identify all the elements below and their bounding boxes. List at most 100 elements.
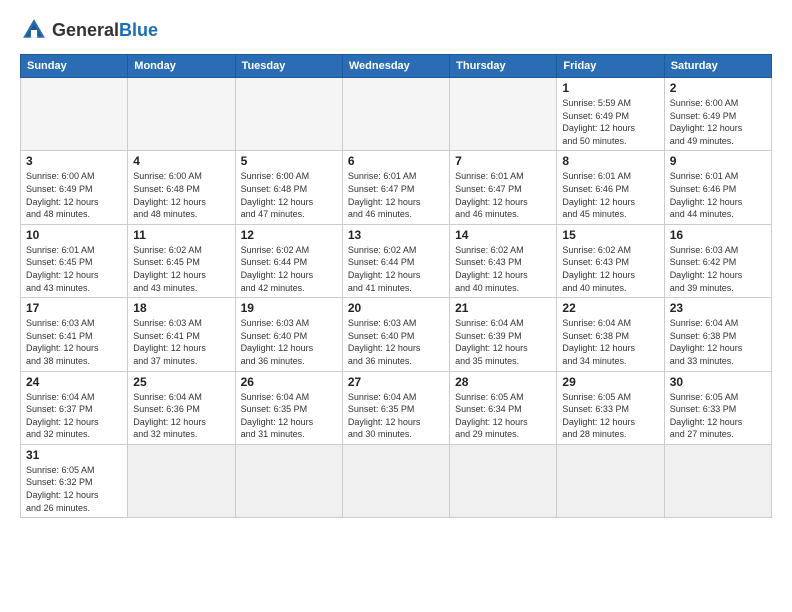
logo-icon xyxy=(20,16,48,44)
day-number: 17 xyxy=(26,301,122,315)
calendar-day-cell xyxy=(664,444,771,517)
calendar-day-cell: 17 Sunrise: 6:03 AM Sunset: 6:41 PM Dayli… xyxy=(21,298,128,371)
day-info: Sunrise: 6:03 AM Sunset: 6:41 PM Dayligh… xyxy=(26,317,122,367)
calendar-day-cell: 31 Sunrise: 6:05 AM Sunset: 6:32 PM Dayli… xyxy=(21,444,128,517)
day-number: 14 xyxy=(455,228,551,242)
calendar-day-cell: 7 Sunrise: 6:01 AM Sunset: 6:47 PM Daylig… xyxy=(450,151,557,224)
day-info: Sunrise: 6:00 AM Sunset: 6:48 PM Dayligh… xyxy=(241,170,337,220)
day-number: 18 xyxy=(133,301,229,315)
calendar-header-wednesday: Wednesday xyxy=(342,55,449,78)
calendar-day-cell: 21Sunrise: 6:04 AM Sunset: 6:39 PM Dayli… xyxy=(450,298,557,371)
calendar-header-friday: Friday xyxy=(557,55,664,78)
day-info: Sunrise: 6:02 AM Sunset: 6:45 PM Dayligh… xyxy=(133,244,229,294)
calendar-week-row: 3 Sunrise: 6:00 AM Sunset: 6:49 PM Daylig… xyxy=(21,151,772,224)
day-number: 24 xyxy=(26,375,122,389)
calendar-table: SundayMondayTuesdayWednesdayThursdayFrid… xyxy=(20,54,772,518)
day-number: 3 xyxy=(26,154,122,168)
day-number: 23 xyxy=(670,301,766,315)
day-info: Sunrise: 5:59 AM Sunset: 6:49 PM Dayligh… xyxy=(562,97,658,147)
calendar-day-cell: 10Sunrise: 6:01 AM Sunset: 6:45 PM Dayli… xyxy=(21,224,128,297)
calendar-header-monday: Monday xyxy=(128,55,235,78)
calendar-day-cell xyxy=(128,78,235,151)
day-number: 31 xyxy=(26,448,122,462)
day-info: Sunrise: 6:01 AM Sunset: 6:46 PM Dayligh… xyxy=(562,170,658,220)
calendar-day-cell: 11 Sunrise: 6:02 AM Sunset: 6:45 PM Dayli… xyxy=(128,224,235,297)
calendar-day-cell: 28Sunrise: 6:05 AM Sunset: 6:34 PM Dayli… xyxy=(450,371,557,444)
calendar-day-cell: 29 Sunrise: 6:05 AM Sunset: 6:33 PM Dayli… xyxy=(557,371,664,444)
day-number: 7 xyxy=(455,154,551,168)
day-number: 5 xyxy=(241,154,337,168)
header: GeneralBlue xyxy=(20,16,772,44)
day-info: Sunrise: 6:04 AM Sunset: 6:38 PM Dayligh… xyxy=(670,317,766,367)
day-number: 30 xyxy=(670,375,766,389)
calendar-header-saturday: Saturday xyxy=(664,55,771,78)
calendar-week-row: 31 Sunrise: 6:05 AM Sunset: 6:32 PM Dayli… xyxy=(21,444,772,517)
calendar-day-cell: 14 Sunrise: 6:02 AM Sunset: 6:43 PM Dayli… xyxy=(450,224,557,297)
day-number: 16 xyxy=(670,228,766,242)
calendar-day-cell xyxy=(450,78,557,151)
calendar-day-cell xyxy=(128,444,235,517)
calendar-day-cell: 23 Sunrise: 6:04 AM Sunset: 6:38 PM Dayli… xyxy=(664,298,771,371)
calendar-day-cell: 24 Sunrise: 6:04 AM Sunset: 6:37 PM Dayli… xyxy=(21,371,128,444)
day-number: 22 xyxy=(562,301,658,315)
calendar-day-cell: 3 Sunrise: 6:00 AM Sunset: 6:49 PM Daylig… xyxy=(21,151,128,224)
day-info: Sunrise: 6:01 AM Sunset: 6:46 PM Dayligh… xyxy=(670,170,766,220)
calendar-day-cell: 13 Sunrise: 6:02 AM Sunset: 6:44 PM Dayli… xyxy=(342,224,449,297)
calendar-week-row: 17 Sunrise: 6:03 AM Sunset: 6:41 PM Dayli… xyxy=(21,298,772,371)
day-info: Sunrise: 6:00 AM Sunset: 6:49 PM Dayligh… xyxy=(26,170,122,220)
calendar-day-cell: 9 Sunrise: 6:01 AM Sunset: 6:46 PM Daylig… xyxy=(664,151,771,224)
day-info: Sunrise: 6:02 AM Sunset: 6:44 PM Dayligh… xyxy=(348,244,444,294)
day-number: 2 xyxy=(670,81,766,95)
day-info: Sunrise: 6:05 AM Sunset: 6:33 PM Dayligh… xyxy=(562,391,658,441)
day-number: 1 xyxy=(562,81,658,95)
logo-text: GeneralBlue xyxy=(52,20,158,41)
day-number: 19 xyxy=(241,301,337,315)
calendar-header-sunday: Sunday xyxy=(21,55,128,78)
day-info: Sunrise: 6:03 AM Sunset: 6:41 PM Dayligh… xyxy=(133,317,229,367)
day-info: Sunrise: 6:05 AM Sunset: 6:32 PM Dayligh… xyxy=(26,464,122,514)
day-number: 8 xyxy=(562,154,658,168)
day-info: Sunrise: 6:02 AM Sunset: 6:44 PM Dayligh… xyxy=(241,244,337,294)
calendar-day-cell: 6Sunrise: 6:01 AM Sunset: 6:47 PM Daylig… xyxy=(342,151,449,224)
day-info: Sunrise: 6:01 AM Sunset: 6:47 PM Dayligh… xyxy=(455,170,551,220)
calendar-day-cell: 26 Sunrise: 6:04 AM Sunset: 6:35 PM Dayli… xyxy=(235,371,342,444)
day-number: 20 xyxy=(348,301,444,315)
day-info: Sunrise: 6:02 AM Sunset: 6:43 PM Dayligh… xyxy=(562,244,658,294)
calendar-day-cell xyxy=(235,78,342,151)
day-info: Sunrise: 6:04 AM Sunset: 6:37 PM Dayligh… xyxy=(26,391,122,441)
calendar-day-cell: 4 Sunrise: 6:00 AM Sunset: 6:48 PM Daylig… xyxy=(128,151,235,224)
day-number: 13 xyxy=(348,228,444,242)
calendar-day-cell: 25Sunrise: 6:04 AM Sunset: 6:36 PM Dayli… xyxy=(128,371,235,444)
calendar-day-cell xyxy=(450,444,557,517)
day-number: 15 xyxy=(562,228,658,242)
calendar-day-cell: 15 Sunrise: 6:02 AM Sunset: 6:43 PM Dayli… xyxy=(557,224,664,297)
calendar-day-cell: 20 Sunrise: 6:03 AM Sunset: 6:40 PM Dayli… xyxy=(342,298,449,371)
calendar-week-row: 24 Sunrise: 6:04 AM Sunset: 6:37 PM Dayli… xyxy=(21,371,772,444)
calendar-header-thursday: Thursday xyxy=(450,55,557,78)
day-number: 26 xyxy=(241,375,337,389)
day-number: 11 xyxy=(133,228,229,242)
day-number: 25 xyxy=(133,375,229,389)
day-number: 27 xyxy=(348,375,444,389)
calendar-day-cell xyxy=(235,444,342,517)
calendar-day-cell xyxy=(342,444,449,517)
day-info: Sunrise: 6:02 AM Sunset: 6:43 PM Dayligh… xyxy=(455,244,551,294)
calendar-day-cell: 22Sunrise: 6:04 AM Sunset: 6:38 PM Dayli… xyxy=(557,298,664,371)
day-number: 4 xyxy=(133,154,229,168)
calendar-day-cell: 8 Sunrise: 6:01 AM Sunset: 6:46 PM Daylig… xyxy=(557,151,664,224)
day-info: Sunrise: 6:03 AM Sunset: 6:40 PM Dayligh… xyxy=(348,317,444,367)
calendar-day-cell: 5 Sunrise: 6:00 AM Sunset: 6:48 PM Daylig… xyxy=(235,151,342,224)
calendar-day-cell: 1 Sunrise: 5:59 AM Sunset: 6:49 PM Daylig… xyxy=(557,78,664,151)
day-info: Sunrise: 6:04 AM Sunset: 6:35 PM Dayligh… xyxy=(241,391,337,441)
day-number: 29 xyxy=(562,375,658,389)
day-number: 9 xyxy=(670,154,766,168)
day-info: Sunrise: 6:00 AM Sunset: 6:48 PM Dayligh… xyxy=(133,170,229,220)
calendar-day-cell: 2Sunrise: 6:00 AM Sunset: 6:49 PM Daylig… xyxy=(664,78,771,151)
calendar-day-cell: 18 Sunrise: 6:03 AM Sunset: 6:41 PM Dayli… xyxy=(128,298,235,371)
calendar-week-row: 1 Sunrise: 5:59 AM Sunset: 6:49 PM Daylig… xyxy=(21,78,772,151)
calendar-header-row: SundayMondayTuesdayWednesdayThursdayFrid… xyxy=(21,55,772,78)
calendar-day-cell: 16Sunrise: 6:03 AM Sunset: 6:42 PM Dayli… xyxy=(664,224,771,297)
day-info: Sunrise: 6:04 AM Sunset: 6:39 PM Dayligh… xyxy=(455,317,551,367)
calendar-day-cell: 27Sunrise: 6:04 AM Sunset: 6:35 PM Dayli… xyxy=(342,371,449,444)
day-info: Sunrise: 6:03 AM Sunset: 6:40 PM Dayligh… xyxy=(241,317,337,367)
